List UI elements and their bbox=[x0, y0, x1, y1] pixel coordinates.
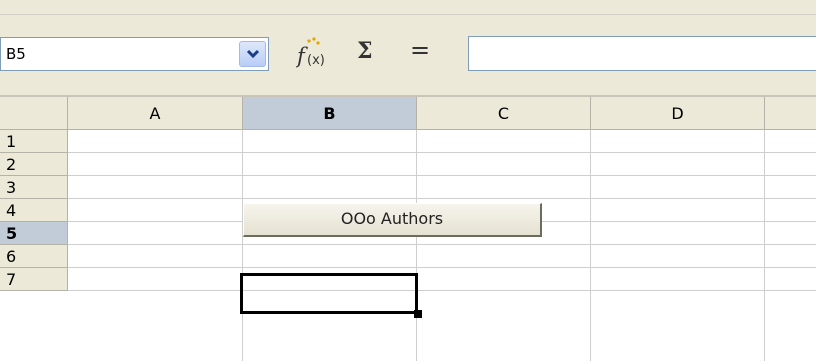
select-all-corner[interactable] bbox=[0, 97, 68, 130]
column-header-e[interactable] bbox=[765, 97, 816, 130]
row-header-5[interactable]: 5 bbox=[0, 222, 68, 245]
row-header-4[interactable]: 4 bbox=[0, 199, 68, 222]
svg-text:(x): (x) bbox=[307, 53, 325, 68]
column-header-b[interactable]: B bbox=[243, 97, 417, 130]
row-header-3[interactable]: 3 bbox=[0, 176, 68, 199]
grid-col-line bbox=[590, 130, 591, 361]
formula-bar: B5 f (x) Σ = bbox=[0, 15, 816, 95]
sum-icon[interactable]: Σ bbox=[357, 38, 373, 64]
name-box-dropdown-button[interactable] bbox=[239, 41, 266, 67]
row-header-7[interactable]: 7 bbox=[0, 268, 68, 291]
grid-col-line bbox=[416, 130, 417, 361]
grid-row-line bbox=[68, 267, 816, 268]
grid-row-line bbox=[68, 175, 816, 176]
formula-input[interactable] bbox=[468, 36, 816, 71]
column-header-d[interactable]: D bbox=[591, 97, 765, 130]
grid-row-line bbox=[68, 244, 816, 245]
name-box[interactable]: B5 bbox=[0, 37, 269, 71]
fill-handle[interactable] bbox=[414, 310, 422, 318]
grid-row-line bbox=[68, 198, 816, 199]
grid-col-line bbox=[764, 130, 765, 361]
chevron-down-icon bbox=[246, 49, 260, 59]
row-header-6[interactable]: 6 bbox=[0, 245, 68, 268]
column-header-c[interactable]: C bbox=[417, 97, 591, 130]
row-header-2[interactable]: 2 bbox=[0, 153, 68, 176]
column-header-a[interactable]: A bbox=[68, 97, 243, 130]
grid-col-line bbox=[242, 130, 243, 361]
function-wizard-icon[interactable]: f (x) bbox=[295, 36, 326, 70]
row-header-1[interactable]: 1 bbox=[0, 130, 68, 153]
ooo-authors-button[interactable]: OOo Authors bbox=[243, 203, 542, 237]
function-equals-icon[interactable]: = bbox=[410, 36, 430, 64]
toolbar-area bbox=[0, 0, 816, 15]
name-box-value[interactable]: B5 bbox=[6, 45, 26, 63]
active-cell-b5[interactable] bbox=[240, 273, 418, 314]
grid-row-line bbox=[68, 152, 816, 153]
grid-row-line bbox=[68, 290, 816, 291]
